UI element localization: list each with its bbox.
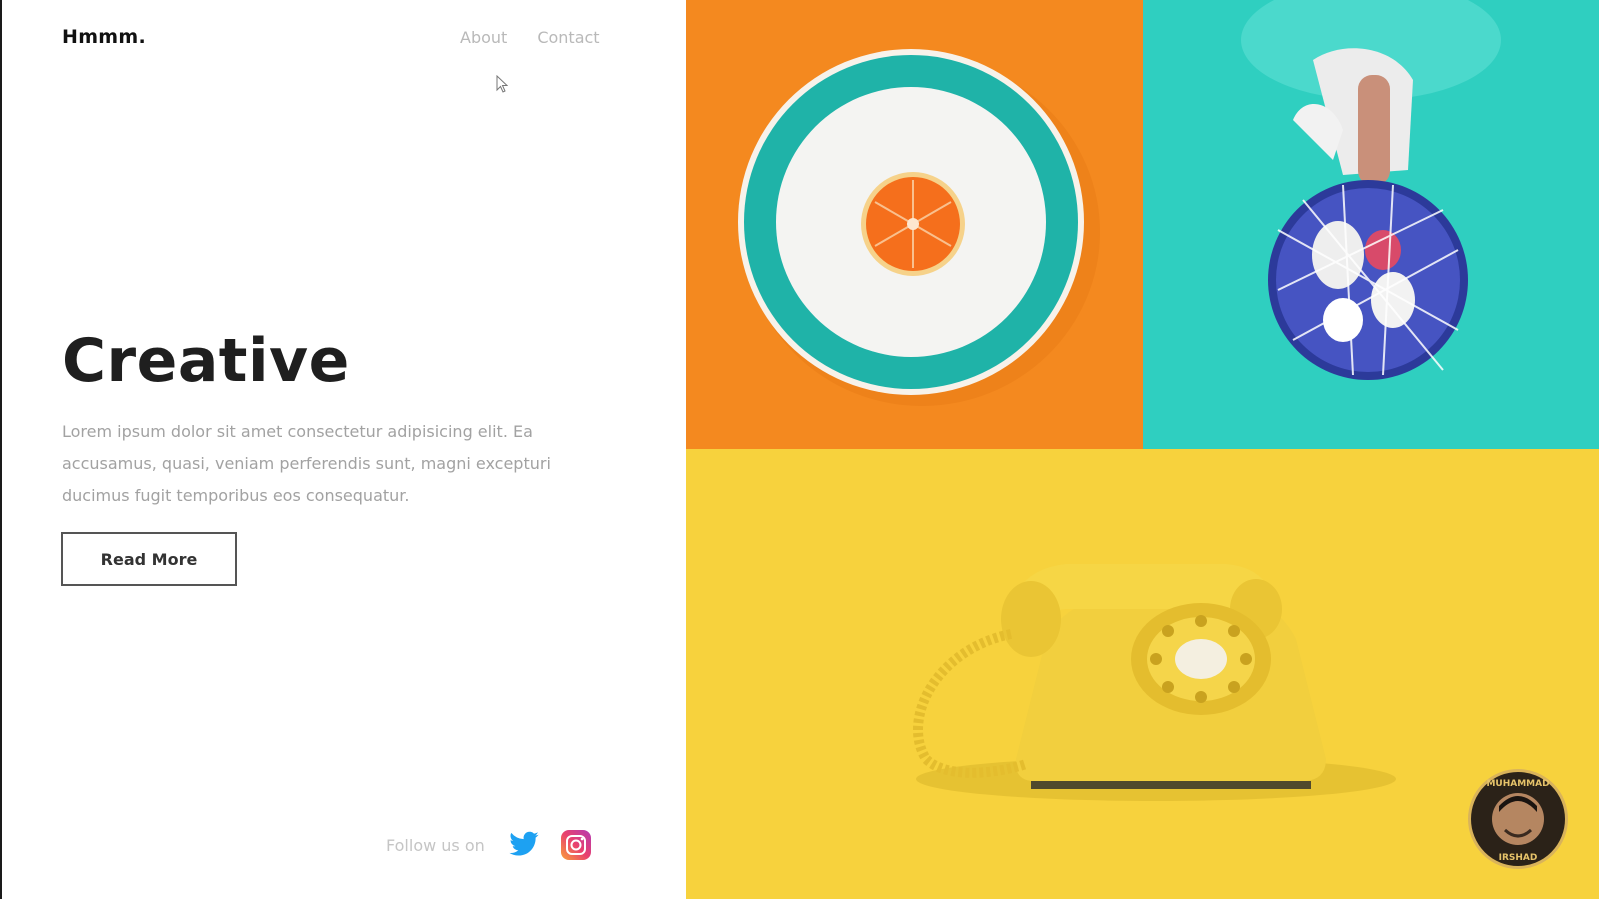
mouse-cursor-icon bbox=[496, 75, 508, 93]
teal-net-bag-image bbox=[1143, 0, 1599, 449]
orange-plate-image bbox=[686, 0, 1143, 449]
left-panel: Hmmm. About Contact Creative Lorem ipsum… bbox=[0, 0, 685, 899]
landing-page: Hmmm. About Contact Creative Lorem ipsum… bbox=[0, 0, 1599, 899]
hero-description: Lorem ipsum dolor sit amet consectetur a… bbox=[62, 422, 551, 505]
instagram-icon[interactable] bbox=[559, 828, 593, 862]
yellow-telephone-image: MUHAMMAD IRSHAD bbox=[686, 449, 1599, 899]
follow-us: Follow us on bbox=[386, 828, 593, 862]
nav-contact-link[interactable]: Contact bbox=[537, 28, 599, 47]
channel-avatar: MUHAMMAD IRSHAD bbox=[1468, 769, 1568, 869]
twitter-icon[interactable] bbox=[507, 828, 541, 862]
hero-title: Creative bbox=[62, 326, 350, 396]
site-logo[interactable]: Hmmm. bbox=[62, 26, 146, 48]
read-more-button[interactable]: Read More bbox=[61, 532, 237, 586]
nav-about-link[interactable]: About bbox=[460, 28, 507, 47]
follow-label: Follow us on bbox=[386, 835, 485, 855]
main-nav: About Contact bbox=[460, 28, 600, 47]
svg-text:IRSHAD: IRSHAD bbox=[1499, 853, 1538, 863]
svg-text:MUHAMMAD: MUHAMMAD bbox=[1486, 779, 1549, 789]
